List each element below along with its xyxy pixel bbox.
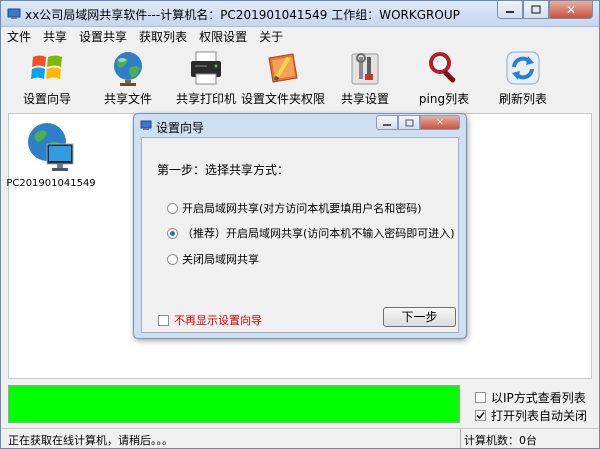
step-heading: 第一步：选择共享方式： (157, 163, 290, 177)
dialog-app-icon (140, 120, 152, 130)
setup-wizard-button[interactable]: 设置向导 (21, 46, 73, 108)
minimize-button[interactable] (497, 1, 523, 19)
maximize-icon (531, 5, 541, 14)
computer-name: PC201901041549 (6, 178, 96, 189)
next-step-button[interactable]: 下一步 (383, 307, 456, 327)
computer-item[interactable]: PC201901041549 (6, 118, 96, 189)
option-share-no-password[interactable]: （推荐）开启局域网共享(访问本机不输入密码即可进入) (167, 225, 455, 241)
share-files-button[interactable]: 共享文件 (102, 46, 154, 108)
auto-close-checkbox[interactable]: 打开列表自动关闭 (475, 407, 587, 424)
dialog-body: 第一步：选择共享方式： 开启局域网共享(对方访问本机要填用户名和密码) （推荐）… (141, 137, 459, 333)
share-printer-button[interactable]: 共享打印机 (176, 46, 237, 108)
refresh-list-button[interactable]: 刷新列表 (495, 46, 551, 108)
menu-share[interactable]: 共享 (37, 27, 73, 45)
menu-file[interactable]: 文件 (1, 27, 37, 45)
computer-count: 计算机数：0台 (464, 434, 537, 447)
auto-close-label: 打开列表自动关闭 (491, 409, 588, 423)
share-files-label: 共享文件 (103, 92, 152, 106)
network-computer-icon (28, 123, 74, 171)
dialog-close-button[interactable]: ✕ (420, 115, 460, 130)
option-disable-share[interactable]: 关闭局域网共享 (167, 251, 259, 267)
dialog-maximize-button[interactable] (398, 115, 420, 130)
folder-pencil-icon (268, 53, 298, 83)
ping-list-button[interactable]: ping列表 (418, 46, 470, 108)
window-title: xx公司局域网共享软件---计算机名：PC201901041549 工作组：WO… (25, 8, 460, 22)
tools-icon (351, 53, 379, 85)
menu-share-settings[interactable]: 设置共享 (73, 27, 133, 45)
app-icon (7, 8, 21, 19)
close-button[interactable]: ✕ (549, 1, 593, 19)
globe-icon (114, 52, 142, 86)
close-icon: ✕ (436, 117, 444, 128)
radio-share-no-password[interactable] (167, 227, 178, 239)
setup-wizard-label: 设置向导 (22, 92, 71, 106)
option-share-with-password[interactable]: 开启局域网共享(对方访问本机要填用户名和密码) (167, 200, 422, 216)
menu-permissions[interactable]: 权限设置 (193, 27, 253, 45)
share-printer-label: 共享打印机 (176, 92, 237, 106)
status-message: 正在获取在线计算机，请稍后。。。 (8, 434, 173, 447)
minimize-icon (383, 123, 391, 126)
status-divider (460, 429, 461, 448)
option-share-no-password-label: （推荐）开启局域网共享(访问本机不输入密码即可进入) (182, 227, 455, 240)
folder-permissions-button[interactable]: 设置文件夹权限 (241, 46, 325, 108)
option-share-with-password-label: 开启局域网共享(对方访问本机要填用户名和密码) (182, 202, 422, 215)
title-bar: xx公司局域网共享软件---计算机名：PC201901041549 工作组：WO… (1, 1, 599, 27)
refresh-icon (506, 51, 540, 85)
dialog-title: 设置向导 (156, 121, 205, 135)
maximize-button[interactable] (523, 1, 549, 19)
menu-bar: 文件 共享 设置共享 获取列表 权限设置 关于 (1, 27, 599, 45)
ip-view-label: 以IP方式查看列表 (491, 391, 586, 405)
maximize-icon (405, 119, 413, 126)
radio-disable-share[interactable] (167, 253, 178, 265)
status-bar: 正在获取在线计算机，请稍后。。。 计算机数：0台 (1, 428, 599, 448)
radio-share-with-password[interactable] (167, 202, 178, 214)
printer-icon (191, 51, 221, 85)
share-settings-label: 共享设置 (340, 92, 389, 106)
magnifier-icon (429, 52, 456, 83)
menu-get-list[interactable]: 获取列表 (133, 27, 193, 45)
ping-list-label: ping列表 (418, 92, 470, 106)
dont-show-wizard-checkbox[interactable]: 不再显示设置向导 (158, 312, 262, 328)
windows-logo-icon (31, 55, 62, 79)
dialog-minimize-button[interactable] (376, 115, 398, 130)
checkmark-icon (476, 411, 485, 420)
refresh-list-label: 刷新列表 (498, 92, 547, 106)
minimize-icon (506, 10, 514, 13)
toolbar: 设置向导 共享文件 共享打印机 设置文件夹权限 共享设置 ping列表 刷新列表 (1, 46, 599, 110)
dialog-caption-buttons: ✕ (376, 115, 460, 130)
main-window: xx公司局域网共享软件---计算机名：PC201901041549 工作组：WO… (0, 0, 600, 449)
setup-wizard-dialog: 设置向导 ✕ 第一步：选择共享方式： 开启局域网共享(对方访问本机要填用户名和密… (133, 113, 467, 339)
option-disable-share-label: 关闭局域网共享 (182, 253, 259, 266)
close-icon: ✕ (565, 2, 577, 17)
dialog-title-bar: 设置向导 ✕ (134, 114, 466, 138)
ip-view-box[interactable] (475, 392, 486, 403)
dont-show-wizard-label: 不再显示设置向导 (174, 314, 262, 327)
auto-close-box[interactable] (475, 410, 486, 421)
menu-about[interactable]: 关于 (253, 27, 289, 45)
folder-permissions-label: 设置文件夹权限 (241, 92, 326, 106)
share-settings-button[interactable]: 共享设置 (339, 46, 391, 108)
progress-bar (8, 385, 460, 423)
caption-buttons: ✕ (497, 1, 593, 19)
ip-view-checkbox[interactable]: 以IP方式查看列表 (475, 389, 586, 406)
dont-show-wizard-box[interactable] (158, 314, 169, 326)
